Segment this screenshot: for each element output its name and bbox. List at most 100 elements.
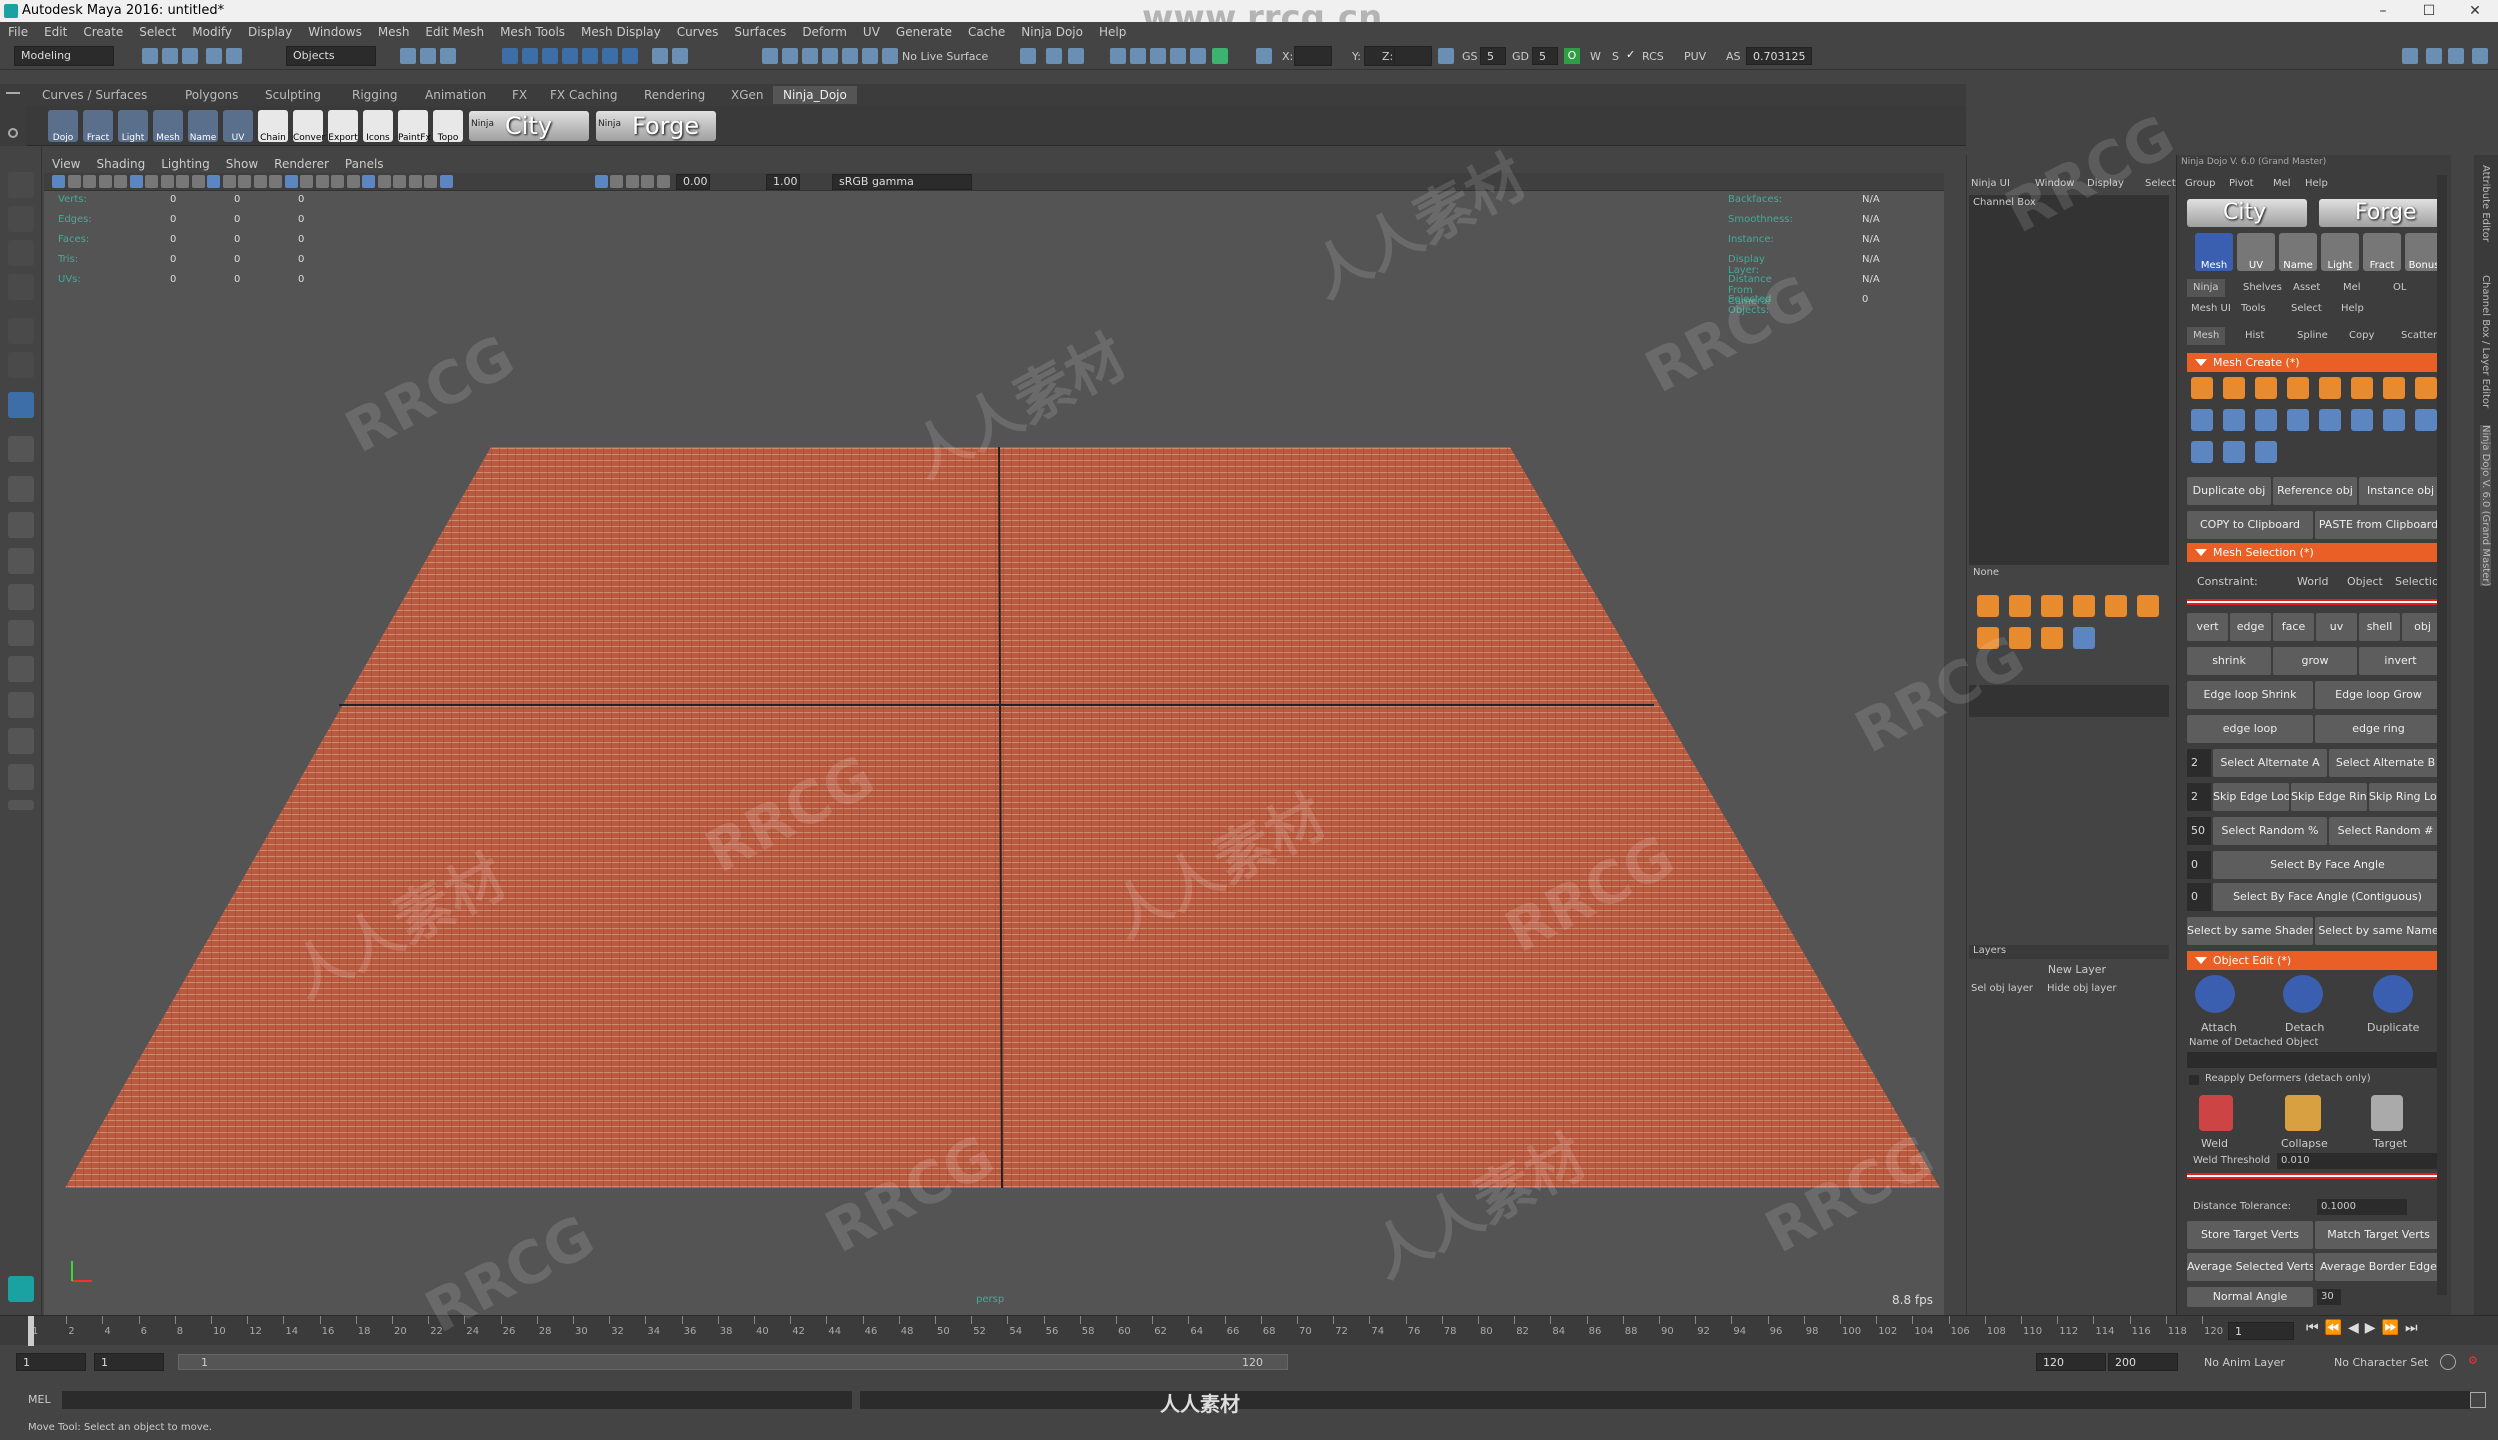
create-primitive-icon[interactable] <box>2319 409 2341 431</box>
snap-curve-icon[interactable] <box>522 48 538 64</box>
create-primitive-icon[interactable] <box>2287 409 2309 431</box>
snap-center-icon[interactable] <box>622 48 638 64</box>
ninja-top-mesh-button[interactable]: Mesh <box>2195 233 2233 271</box>
panel-single-icon[interactable] <box>1068 48 1084 64</box>
select-by-object-icon[interactable] <box>420 48 436 64</box>
ninja-city-button[interactable]: GroupCity <box>2187 199 2307 227</box>
shelf-button-dojo[interactable]: Dojo <box>48 110 78 143</box>
gs-field[interactable]: 5 <box>1480 47 1506 65</box>
current-frame-field[interactable]: 1 <box>2228 1322 2294 1340</box>
menu-item-display[interactable]: Display <box>240 22 300 42</box>
shelf-button-conver[interactable]: Conver <box>293 110 325 143</box>
mesh-tab-scatter[interactable]: Scatter <box>2395 327 2443 345</box>
viewport-tool-icon[interactable] <box>641 175 654 188</box>
reapply-deformers-checkbox[interactable] <box>2189 1075 2199 1085</box>
script-editor-icon[interactable] <box>2470 1392 2486 1408</box>
ninja-tab-asset[interactable]: Asset <box>2287 279 2326 297</box>
diamond-icon[interactable] <box>2041 595 2063 617</box>
render-icon[interactable] <box>822 48 838 64</box>
w-toggle[interactable]: W <box>1590 50 1601 63</box>
ninja-menu-mel[interactable]: Mel <box>2273 175 2291 193</box>
viewport-tool-icon[interactable] <box>625 175 639 188</box>
ninja-dojo-tab[interactable]: Ninja Dojo V. 6.0 (Grand Master) <box>2480 425 2491 587</box>
viewport-tool-icon[interactable] <box>67 175 81 188</box>
alternate-count-field[interactable]: 2 <box>2187 749 2211 777</box>
render-settings-icon[interactable] <box>862 48 878 64</box>
single-view-icon[interactable] <box>8 392 34 418</box>
instance-obj-button[interactable]: Instance obj <box>2359 477 2442 505</box>
create-primitive-icon[interactable] <box>2191 377 2213 399</box>
viewport-tool-icon[interactable] <box>284 175 298 188</box>
shelf-tab-xgen[interactable]: XGen <box>721 86 774 104</box>
sel-obj-layer-button[interactable]: Sel obj layer <box>1971 983 2041 999</box>
rotate-tool-icon[interactable] <box>8 318 34 344</box>
create-primitive-icon[interactable] <box>2383 409 2405 431</box>
shelf-tab-fx-caching[interactable]: FX Caching <box>540 86 627 104</box>
store-target-verts-button[interactable]: Store Target Verts <box>2187 1221 2313 1249</box>
mesh-tab-copy[interactable]: Copy <box>2343 327 2380 345</box>
viewport-menu-shading[interactable]: Shading <box>88 155 153 173</box>
create-primitive-icon[interactable] <box>2223 441 2245 463</box>
viewport-tool-icon[interactable] <box>191 175 205 188</box>
selection-mask-dropdown[interactable]: Objects <box>286 46 376 66</box>
viewport-tool-icon[interactable] <box>439 175 453 188</box>
component-face-button[interactable]: face <box>2273 613 2314 641</box>
shelf-button-light[interactable]: Light <box>118 110 148 143</box>
range-end-field[interactable]: 120 <box>2036 1353 2106 1371</box>
viewport-tool-icon[interactable] <box>52 175 65 188</box>
s-toggle[interactable]: S <box>1612 50 1619 63</box>
cylinder-icon[interactable] <box>2073 595 2095 617</box>
skip-ring-loop-button[interactable]: Skip Ring Loop <box>2369 783 2442 811</box>
select-by-face-angle-contiguous-button[interactable]: Select By Face Angle (Contiguous) <box>2213 883 2442 911</box>
mesh-create-header[interactable]: Mesh Create (*) <box>2187 353 2442 372</box>
paint-select-icon[interactable] <box>8 240 34 266</box>
constraint-world[interactable]: World <box>2297 575 2329 588</box>
snap-surface-icon[interactable] <box>582 48 598 64</box>
object-edit-header[interactable]: Object Edit (*) <box>2187 951 2442 970</box>
mesh-selection-header[interactable]: Mesh Selection (*) <box>2187 543 2442 562</box>
anim-layer-dropdown[interactable]: No Anim Layer <box>2204 1356 2285 1369</box>
shelf-tab-rigging[interactable]: Rigging <box>342 86 407 104</box>
menu-item-deform[interactable]: Deform <box>794 22 855 42</box>
create-primitive-icon[interactable] <box>2415 409 2437 431</box>
average-selected-verts-button[interactable]: Average Selected Verts <box>2187 1253 2313 1281</box>
distance-tolerance-field[interactable]: 0.1000 <box>2317 1199 2407 1215</box>
mesh-tab-mesh[interactable]: Mesh <box>2187 327 2226 345</box>
menu-item-curves[interactable]: Curves <box>669 22 727 42</box>
viewport-menu-renderer[interactable]: Renderer <box>266 155 337 173</box>
viewport-menu-lighting[interactable]: Lighting <box>153 155 218 173</box>
ninja-tab-ninja[interactable]: Ninja <box>2187 279 2225 297</box>
shrink-button[interactable]: shrink <box>2187 647 2271 675</box>
create-primitive-icon[interactable] <box>2191 409 2213 431</box>
shelf-button-mesh[interactable]: Mesh <box>153 110 183 143</box>
select-by-face-angle-button[interactable]: Select By Face Angle <box>2213 851 2442 879</box>
gd-field[interactable]: 5 <box>1532 47 1558 65</box>
mesh-tab-spline[interactable]: Spline <box>2291 327 2334 345</box>
weld-threshold-field[interactable]: 0.010 <box>2277 1153 2442 1169</box>
current-time-marker[interactable] <box>28 1316 34 1346</box>
ninja-grid-icon[interactable] <box>1438 48 1454 64</box>
shelf-menu-icon[interactable] <box>6 92 20 94</box>
maximize-button[interactable]: ☐ <box>2406 0 2452 22</box>
ninja-top-fract-button[interactable]: Fract <box>2363 233 2401 271</box>
detached-name-input[interactable] <box>2187 1052 2442 1068</box>
mesh-ui-menu-select[interactable]: Select <box>2291 303 2322 314</box>
target-icon[interactable] <box>2371 1095 2403 1131</box>
shelf-forge-button[interactable]: Forge Ninja <box>596 111 716 141</box>
viewport-tool-icon[interactable] <box>424 175 437 188</box>
textured-icon[interactable] <box>1190 48 1206 64</box>
create-primitive-icon[interactable] <box>2351 377 2373 399</box>
scene-end-field[interactable]: 200 <box>2108 1353 2178 1371</box>
viewport-menu-view[interactable]: View <box>44 155 88 173</box>
viewport-tool-icon[interactable] <box>98 175 112 188</box>
layout-c-icon[interactable] <box>8 548 34 574</box>
viewport-tool-icon[interactable] <box>377 175 391 188</box>
z-field[interactable] <box>1394 46 1432 66</box>
detach-icon[interactable] <box>2283 975 2323 1013</box>
viewport-tool-icon[interactable] <box>129 175 143 188</box>
mode-dropdown[interactable]: Modeling <box>14 46 114 66</box>
edge-ring-button[interactable]: edge ring <box>2315 715 2442 743</box>
layout-a-icon[interactable] <box>8 476 34 502</box>
viewport-tool-icon[interactable] <box>222 175 236 188</box>
layout-f-icon[interactable] <box>8 656 34 682</box>
